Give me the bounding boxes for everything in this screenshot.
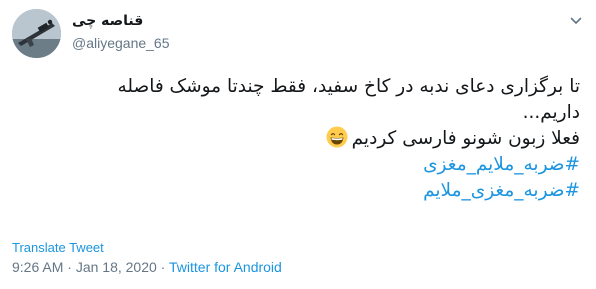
tweet-source-link[interactable]: Twitter for Android: [169, 259, 282, 275]
separator: ·: [63, 259, 76, 275]
translate-tweet-link[interactable]: Translate Tweet: [12, 240, 104, 255]
separator: ·: [156, 259, 169, 275]
author-info[interactable]: قناصه چی @aliyegane_65: [72, 11, 170, 52]
chevron-down-icon[interactable]: [569, 14, 583, 28]
user-handle[interactable]: @aliyegane_65: [72, 34, 170, 52]
hashtag-link[interactable]: #ضربه_ملایم_مغزی: [12, 152, 580, 178]
tweet-card: قناصه چی @aliyegane_65 تا برگزاری دعای ن…: [0, 0, 596, 289]
grinning-face-with-smiling-eyes-icon: [326, 126, 348, 148]
tweet-text-line-with-emoji: فعلا زبون شونو فارسی کردیم: [12, 126, 580, 152]
timestamp-time[interactable]: 9:26 AM: [12, 259, 63, 275]
tweet-text-line: تا برگزاری دعای ندبه در کاخ سفید، فقط چن…: [117, 76, 580, 97]
timestamp-date[interactable]: Jan 18, 2020: [76, 259, 157, 275]
hashtag-link[interactable]: #ضربه_مغزی_ملایم: [12, 178, 580, 204]
tweet-meta: 9:26 AM · Jan 18, 2020 · Twitter for And…: [12, 259, 282, 275]
display-name[interactable]: قناصه چی: [72, 11, 170, 31]
avatar[interactable]: [12, 9, 61, 58]
avatar-image: [12, 9, 61, 58]
tweet-text-line: داریم...: [522, 102, 580, 123]
tweet-text-line: فعلا زبون شونو فارسی کردیم: [351, 128, 580, 149]
tweet-text: تا برگزاری دعای ندبه در کاخ سفید، فقط چن…: [12, 64, 580, 204]
